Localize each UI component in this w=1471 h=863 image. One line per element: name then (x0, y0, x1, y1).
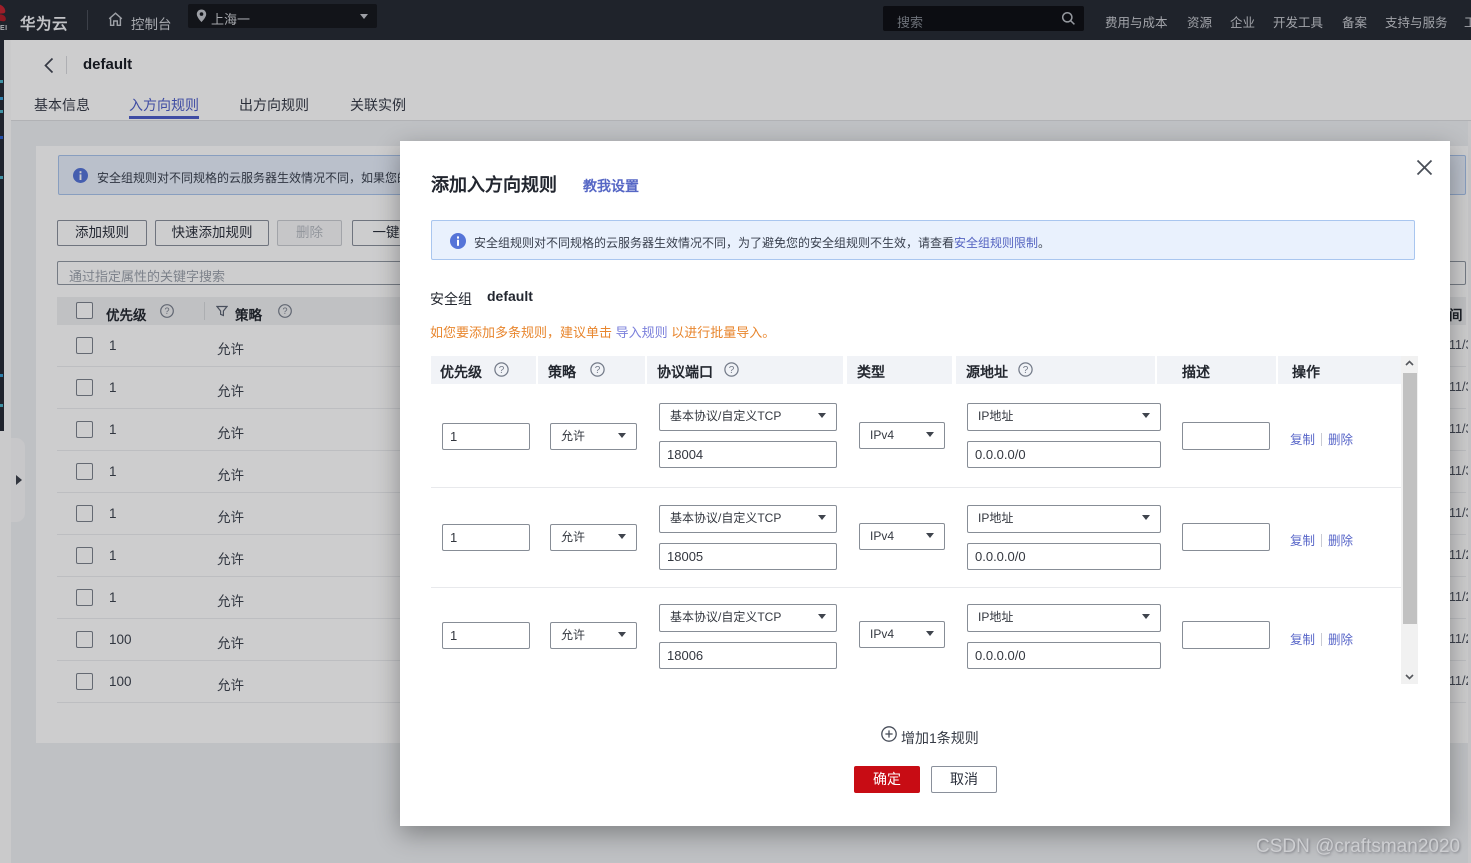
svg-text:?: ? (729, 365, 735, 376)
svg-text:?: ? (595, 365, 601, 376)
svg-text:?: ? (1023, 365, 1029, 376)
svg-text:?: ? (499, 365, 505, 376)
